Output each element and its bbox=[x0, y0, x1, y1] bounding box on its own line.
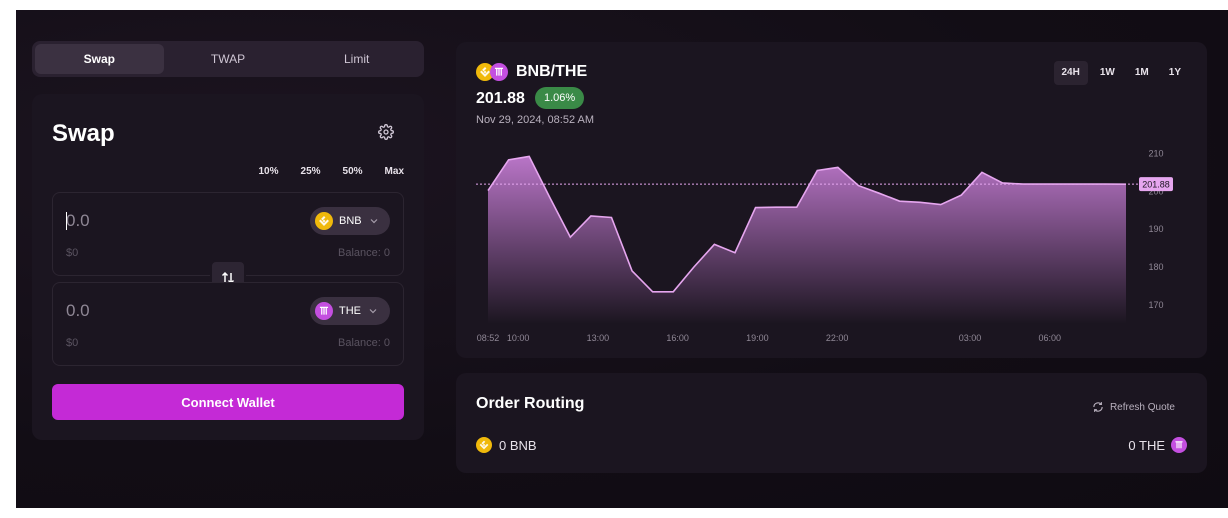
tab-limit[interactable]: Limit bbox=[292, 44, 421, 74]
x-tick-label: 08:52 bbox=[477, 333, 500, 343]
to-balance: Balance: 0 bbox=[338, 337, 390, 349]
gear-icon[interactable] bbox=[378, 124, 394, 140]
tab-twap[interactable]: TWAP bbox=[164, 44, 293, 74]
route-to: 0 THE bbox=[1128, 437, 1187, 453]
chevron-down-icon bbox=[369, 309, 377, 314]
swap-title: Swap bbox=[52, 120, 115, 147]
pair-icons bbox=[476, 62, 510, 82]
to-amount-input[interactable]: 0.0 bbox=[66, 301, 90, 321]
chevron-down-icon bbox=[370, 219, 378, 224]
x-tick-label: 03:00 bbox=[959, 333, 982, 343]
bnb-icon bbox=[315, 212, 333, 230]
range-24h[interactable]: 24H bbox=[1053, 61, 1088, 85]
route-from-amount: 0 BNB bbox=[499, 437, 537, 453]
x-tick-label: 16:00 bbox=[666, 333, 689, 343]
to-token-symbol: THE bbox=[339, 305, 361, 317]
y-tick-label: 180 bbox=[1148, 262, 1163, 272]
x-tick-label: 06:00 bbox=[1039, 333, 1062, 343]
from-balance: Balance: 0 bbox=[338, 247, 390, 259]
the-icon bbox=[1171, 437, 1187, 453]
percent-25-button[interactable]: 25% bbox=[301, 166, 321, 177]
chart-area-fill bbox=[488, 156, 1126, 324]
price-change-badge: 1.06% bbox=[535, 87, 585, 109]
refresh-quote-label: Refresh Quote bbox=[1109, 401, 1175, 413]
app-frame: Swap TWAP Limit Swap 10% 25% 50% Max 0.0… bbox=[16, 10, 1228, 508]
pair-name: BNB/THE bbox=[516, 63, 588, 80]
refresh-quote-button[interactable]: Refresh Quote bbox=[1092, 401, 1175, 413]
order-routing-title: Order Routing bbox=[476, 395, 585, 412]
connect-wallet-button[interactable]: Connect Wallet bbox=[52, 384, 404, 420]
swap-card: Swap 10% 25% 50% Max 0.0 BNB $0 Balance:… bbox=[32, 94, 424, 440]
time-range-tabs: 24H 1W 1M 1Y bbox=[1050, 61, 1190, 85]
the-icon bbox=[315, 302, 333, 320]
percent-max-button[interactable]: Max bbox=[385, 166, 404, 177]
pair-header: BNB/THE bbox=[476, 62, 587, 82]
range-1m[interactable]: 1M bbox=[1127, 61, 1157, 85]
range-1y[interactable]: 1Y bbox=[1161, 61, 1189, 85]
the-icon bbox=[490, 63, 508, 81]
from-amount-input[interactable]: 0.0 bbox=[66, 211, 90, 231]
bnb-icon bbox=[476, 437, 492, 453]
to-token-box: 0.0 THE $0 Balance: 0 bbox=[52, 282, 404, 366]
price-chart-card: 210 200 190 180 170 201.88 10:00 13:00 16:00 19:0… bbox=[456, 42, 1207, 358]
y-tick-label: 210 bbox=[1148, 148, 1163, 158]
order-routing-card: Order Routing Refresh Quote 0 BNB 0 THE bbox=[456, 373, 1207, 473]
current-price: 201.88 bbox=[476, 90, 525, 107]
route-to-amount: 0 THE bbox=[1128, 437, 1165, 453]
from-usd-value: $0 bbox=[66, 247, 79, 259]
to-usd-value: $0 bbox=[66, 337, 79, 349]
x-tick-label: 13:00 bbox=[587, 333, 610, 343]
from-token-select[interactable]: BNB bbox=[310, 207, 390, 235]
percent-50-button[interactable]: 50% bbox=[343, 166, 363, 177]
price-date: Nov 29, 2024, 08:52 AM bbox=[476, 114, 595, 126]
x-tick-label: 22:00 bbox=[826, 333, 849, 343]
y-tick-label: 190 bbox=[1148, 224, 1163, 234]
from-token-symbol: BNB bbox=[339, 215, 362, 227]
percent-10-button[interactable]: 10% bbox=[259, 166, 279, 177]
x-tick-label: 19:00 bbox=[746, 333, 769, 343]
x-tick-label: 10:00 bbox=[507, 333, 530, 343]
route-from: 0 BNB bbox=[476, 437, 537, 453]
range-1w[interactable]: 1W bbox=[1092, 61, 1123, 85]
refresh-icon bbox=[1093, 402, 1103, 412]
mode-tabs: Swap TWAP Limit bbox=[32, 41, 424, 77]
to-token-select[interactable]: THE bbox=[310, 297, 390, 325]
percent-buttons: 10% 25% 50% Max bbox=[237, 166, 405, 177]
tab-swap[interactable]: Swap bbox=[35, 44, 164, 74]
current-value-label: 201.88 bbox=[1142, 180, 1170, 190]
y-tick-label: 170 bbox=[1148, 300, 1163, 310]
